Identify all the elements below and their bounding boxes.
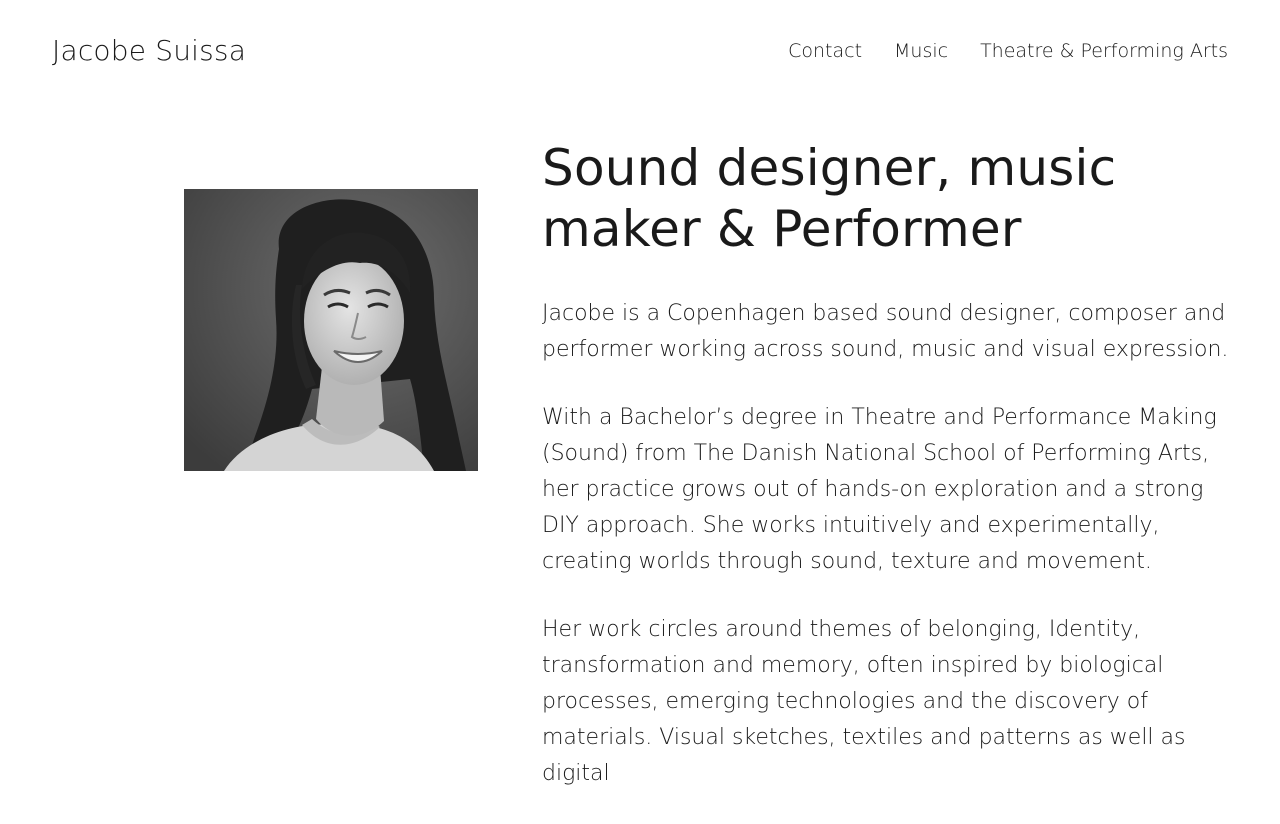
site-header: Jacobe Suissa Contact Music Theatre & Pe… [0,0,1280,106]
portrait-photo [184,189,478,471]
nav-item-theatre-performing-arts[interactable]: Theatre & Performing Arts [980,40,1228,62]
nav-item-contact[interactable]: Contact [788,40,862,62]
site-title-link[interactable]: Jacobe Suissa [52,34,246,67]
bio-paragraph: Jacobe is a Copenhagen based sound desig… [542,301,1229,362]
bio-paragraph: Her work circles around themes of belong… [542,617,1186,786]
main-content: Sound designer, music maker & Performer … [542,138,1242,824]
bio-paragraph: With a Bachelor’s degree in Theatre and … [542,405,1217,574]
nav-item-music[interactable]: Music [894,40,948,62]
main-nav: Contact Music Theatre & Performing Arts [788,40,1228,62]
page-headline: Sound designer, music maker & Performer [542,139,1117,258]
